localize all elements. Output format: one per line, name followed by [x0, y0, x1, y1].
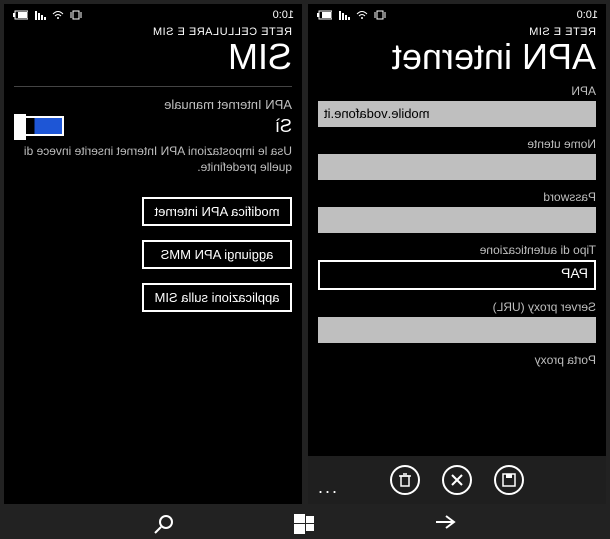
manual-apn-hint: Usa le impostazioni APN Internet inserit… — [14, 143, 292, 175]
password-input[interactable] — [318, 207, 596, 233]
battery-icon — [12, 10, 28, 20]
hardware-nav — [0, 508, 610, 539]
search-button[interactable] — [154, 514, 174, 539]
cancel-button[interactable] — [442, 465, 472, 495]
wifi-icon — [356, 10, 368, 20]
status-bar: 10:0 — [4, 4, 302, 24]
signal-icon — [34, 10, 46, 20]
apn-label: APN — [318, 84, 596, 98]
manual-apn-toggle[interactable] — [14, 116, 64, 136]
signal-icon — [338, 10, 350, 20]
auth-type-label: Tipo di autenticazione — [318, 243, 596, 257]
password-label: Password — [318, 190, 596, 204]
phone-screen-sim: 10:0 RETE CELLULARE E SIM SIM APN Intern… — [4, 4, 302, 504]
clock: 10:0 — [273, 9, 294, 21]
delete-button[interactable] — [390, 465, 420, 495]
toggle-state-text: Sì — [275, 116, 292, 137]
proxy-port-label: Porta proxy — [318, 353, 596, 367]
save-icon — [502, 473, 516, 487]
vibrate-icon — [374, 10, 386, 20]
auth-type-select[interactable]: PAP — [318, 260, 596, 290]
trash-icon — [399, 473, 411, 487]
proxy-url-label: Server proxy (URL) — [318, 300, 596, 314]
save-button[interactable] — [494, 465, 524, 495]
manual-apn-label: APN Internet manuale — [14, 97, 292, 112]
clock: 10:0 — [577, 9, 598, 21]
wifi-icon — [52, 10, 64, 20]
page-title: APN internet — [308, 38, 606, 84]
proxy-url-input[interactable] — [318, 317, 596, 343]
battery-icon — [316, 10, 332, 20]
close-icon — [451, 474, 463, 486]
add-apn-mms-button[interactable]: aggiungi APN MMS — [142, 240, 292, 269]
status-bar: 10:0 — [308, 4, 606, 24]
phone-screen-apn-edit: 10:0 RETE E SIM APN internet APN Nome ut… — [308, 4, 606, 504]
app-bar: ... — [308, 456, 606, 504]
page-title: SIM — [4, 38, 302, 84]
sim-applications-button[interactable]: applicazioni sulla SIM — [142, 283, 292, 312]
vibrate-icon — [70, 10, 82, 20]
edit-apn-internet-button[interactable]: modifica APN internet — [142, 197, 292, 226]
start-button[interactable] — [294, 514, 314, 539]
username-label: Nome utente — [318, 137, 596, 151]
more-button[interactable]: ... — [316, 477, 337, 498]
back-button[interactable] — [434, 514, 456, 539]
divider — [14, 86, 292, 87]
username-input[interactable] — [318, 154, 596, 180]
apn-input[interactable] — [318, 101, 596, 127]
